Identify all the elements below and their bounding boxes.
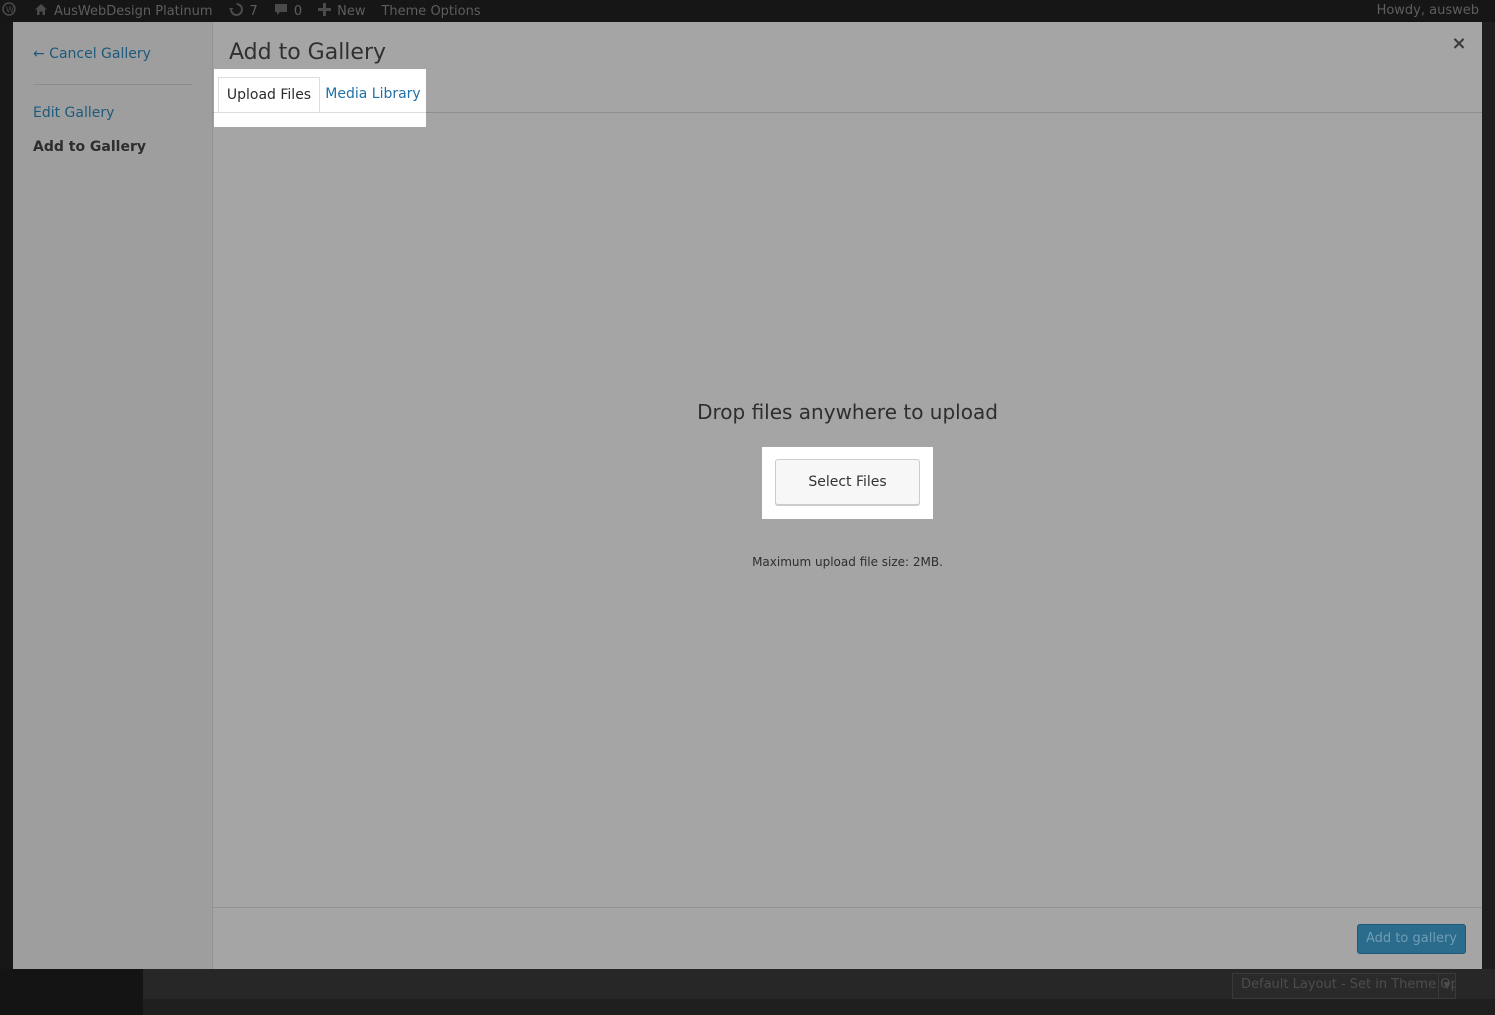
layout-select: Default Layout - Set in Theme Options ▼ [1232, 973, 1456, 999]
select-files-button[interactable]: Select Files [775, 459, 920, 505]
drop-files-instructions: Drop files anywhere to upload [697, 400, 998, 424]
new-label: New [337, 3, 366, 19]
comment-icon [274, 3, 288, 20]
updates-icon [228, 2, 244, 21]
wordpress-logo[interactable]: W [2, 2, 22, 20]
tab-upload-files[interactable]: Upload Files [218, 77, 320, 112]
admin-bar: W AusWebDesign Platinum 7 0 New Theme Op… [0, 0, 1495, 22]
comments-link[interactable]: 0 [274, 3, 302, 20]
tab-media-library[interactable]: Media Library [324, 77, 422, 112]
site-name-label: AusWebDesign Platinum [54, 3, 213, 19]
home-icon [34, 3, 48, 20]
close-button[interactable]: × [1449, 34, 1469, 54]
add-to-gallery-menu-item[interactable]: Add to Gallery [33, 139, 146, 155]
modal-title: Add to Gallery [229, 40, 387, 65]
cancel-gallery-link[interactable]: ← Cancel Gallery [33, 46, 151, 62]
add-to-gallery-button[interactable]: Add to gallery [1357, 924, 1466, 954]
plus-icon [318, 2, 332, 20]
admin-sidebar-bottom [0, 969, 143, 1015]
theme-options-link[interactable]: Theme Options [381, 4, 480, 19]
new-content-link[interactable]: New [318, 2, 366, 20]
wordpress-icon: W [2, 2, 16, 20]
updates-link[interactable]: 7 [228, 2, 258, 21]
svg-text:W: W [6, 6, 14, 15]
updates-count: 7 [249, 3, 258, 19]
account-menu[interactable]: Howdy, ausweb [1377, 0, 1479, 22]
layout-select-value: Default Layout - Set in Theme Options [1241, 977, 1455, 992]
modal-menu: ← Cancel Gallery Edit Gallery Add to Gal… [13, 22, 213, 969]
menu-separator [33, 84, 192, 85]
admin-sidebar-background [0, 22, 13, 1015]
edit-gallery-link[interactable]: Edit Gallery [33, 105, 114, 121]
site-name-link[interactable]: AusWebDesign Platinum [34, 3, 213, 20]
comments-count: 0 [293, 3, 303, 19]
media-modal: ← Cancel Gallery Edit Gallery Add to Gal… [13, 22, 1482, 969]
chevron-down-icon: ▼ [1438, 974, 1455, 998]
page-content-strip [143, 999, 1495, 1015]
close-icon: × [1451, 33, 1467, 54]
toolbar-divider [213, 907, 1482, 908]
max-upload-size-note: Maximum upload file size: 2MB. [752, 555, 943, 569]
